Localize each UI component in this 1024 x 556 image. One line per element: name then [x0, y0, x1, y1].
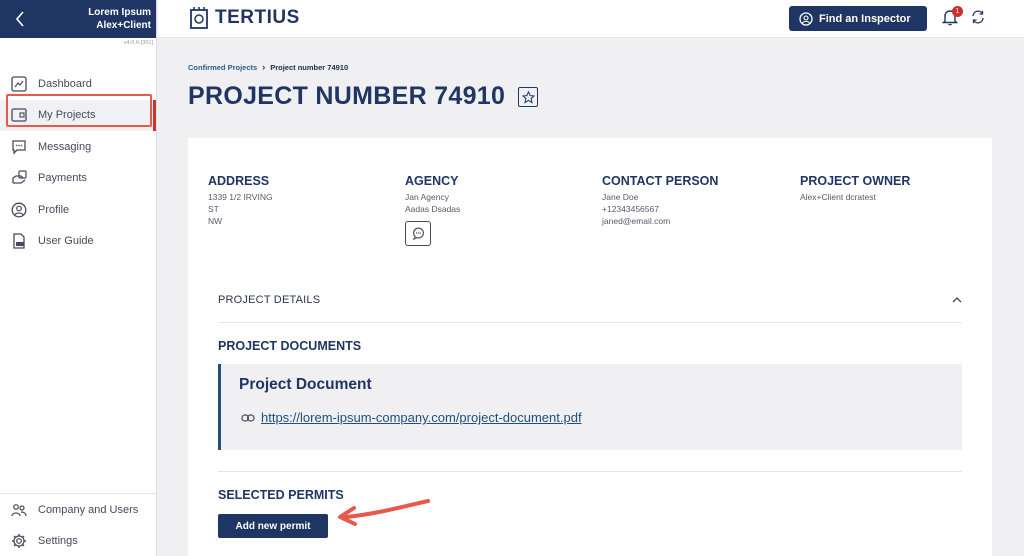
annotation-arrow	[338, 499, 430, 526]
add-new-permit-button[interactable]: Add new permit	[218, 514, 328, 538]
user-info: Lorem Ipsum Alex+Client	[88, 6, 151, 32]
users-icon	[10, 501, 28, 519]
sidebar-item-company-users[interactable]: Company and Users	[0, 494, 156, 525]
address-heading: ADDRESS	[208, 174, 270, 188]
project-documents-heading: PROJECT DOCUMENTS	[218, 339, 362, 353]
search-person-icon	[799, 11, 813, 26]
agency-line: Jan Agency	[405, 192, 449, 202]
sidebar-item-label: Messaging	[38, 140, 92, 153]
logo[interactable]: TERTIUS	[188, 6, 300, 30]
contact-line: janed@email.com	[602, 216, 671, 226]
chevron-up-icon	[952, 297, 962, 303]
breadcrumb-confirmed-projects[interactable]: Confirmed Projects	[188, 63, 257, 72]
address-block: ADDRESS 1339 1/2 IRVING ST NW	[208, 174, 273, 227]
tertius-logo-icon	[190, 7, 208, 29]
contact-block: CONTACT PERSON Jane Doe +12343456567 jan…	[602, 174, 718, 227]
profile-icon	[10, 201, 28, 219]
agency-heading: AGENCY	[405, 174, 459, 188]
selected-permits-heading: SELECTED PERMITS	[218, 488, 344, 502]
agency-chat-button[interactable]	[405, 221, 431, 246]
gear-icon	[10, 532, 28, 550]
document-title: Project Document	[239, 376, 372, 393]
favorite-button[interactable]	[518, 87, 538, 107]
user-role: Alex+Client	[96, 20, 151, 31]
owner-line: Alex+Client dcratest	[800, 192, 876, 202]
sidebar-header: Lorem Ipsum Alex+Client	[0, 0, 156, 38]
sidebar-item-payments[interactable]: Payments	[0, 163, 156, 195]
pdf-icon	[10, 232, 28, 250]
sidebar-item-label: Profile	[38, 203, 70, 216]
document-url: https://lorem-ipsum-company.com/project-…	[261, 410, 582, 425]
project-details-label: PROJECT DETAILS	[218, 294, 321, 306]
dashboard-icon	[10, 75, 28, 93]
link-icon	[241, 413, 255, 423]
page-title: PROJECT NUMBER 74910	[188, 82, 506, 110]
address-line: NW	[208, 216, 223, 226]
owner-block: PROJECT OWNER Alex+Client dcratest	[800, 174, 910, 203]
breadcrumb-chevron-icon: ›	[262, 62, 266, 72]
sidebar-item-user-guide[interactable]: User Guide	[0, 226, 156, 258]
contact-line: Jane Doe	[602, 192, 639, 202]
sidebar-item-label: Settings	[38, 534, 78, 547]
sidebar-item-label: User Guide	[38, 235, 94, 248]
payments-icon	[10, 169, 28, 187]
breadcrumb-current: Project number 74910	[270, 62, 349, 72]
find-inspector-button[interactable]: Find an Inspector	[789, 6, 927, 31]
sidebar-item-profile[interactable]: Profile	[0, 194, 156, 226]
chevron-left-icon	[15, 11, 24, 27]
address-line: ST	[208, 204, 219, 214]
sync-icon	[972, 10, 984, 24]
logo-text: TERTIUS	[215, 7, 300, 28]
sidebar: Lorem Ipsum Alex+Client v4-0.6-[301] Das…	[0, 0, 157, 556]
sidebar-item-label: Dashboard	[38, 77, 92, 90]
sidebar-item-settings[interactable]: Settings	[0, 525, 156, 556]
notification-badge: 1	[952, 6, 963, 17]
project-details-toggle[interactable]: PROJECT DETAILS	[218, 278, 962, 323]
contact-line: +12343456567	[602, 204, 659, 214]
document-item: Project Document https://lorem-ipsum-com…	[218, 364, 962, 450]
sidebar-bottom-nav: Company and Users Settings	[0, 493, 156, 556]
chat-bubble-icon	[412, 227, 424, 240]
divider	[218, 471, 962, 472]
project-card: ADDRESS 1339 1/2 IRVING ST NW AGENCY Jan…	[188, 138, 992, 556]
contact-heading: CONTACT PERSON	[602, 174, 719, 188]
sidebar-item-messaging[interactable]: Messaging	[0, 131, 156, 163]
highlight-box-my-projects	[6, 94, 152, 127]
breadcrumb: Confirmed Projects › Project number 7491…	[188, 62, 348, 72]
agency-line: Aadas Dsadas	[405, 204, 461, 214]
star-icon	[521, 90, 535, 104]
user-name: Lorem Ipsum	[88, 7, 151, 18]
document-link[interactable]: https://lorem-ipsum-company.com/project-…	[241, 410, 582, 425]
agency-block: AGENCY Jan Agency Aadas Dsadas	[405, 174, 460, 246]
sidebar-item-label: Company and Users	[38, 503, 139, 516]
back-button[interactable]	[10, 8, 30, 30]
owner-heading: PROJECT OWNER	[800, 174, 911, 188]
topbar: TERTIUS Find an Inspector 1	[158, 0, 1024, 38]
app-version: v4-0.6-[301]	[123, 40, 153, 46]
sidebar-item-label: Payments	[38, 172, 87, 185]
chat-icon	[10, 138, 28, 156]
sync-button[interactable]	[970, 9, 988, 27]
find-inspector-label: Find an Inspector	[819, 12, 911, 25]
address-line: 1339 1/2 IRVING	[208, 192, 273, 202]
